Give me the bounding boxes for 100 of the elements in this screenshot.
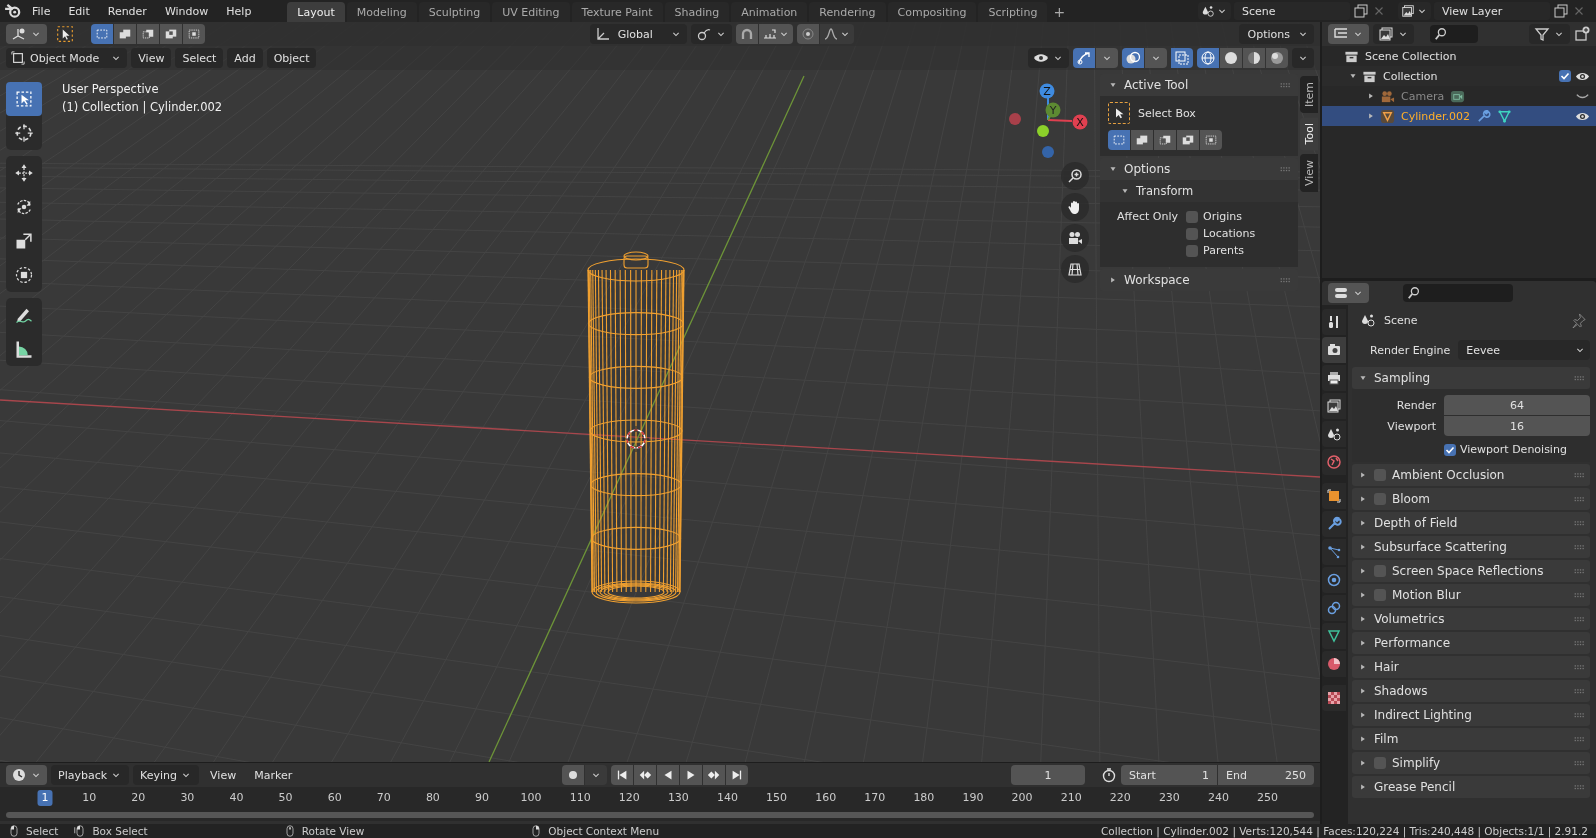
frame-number: 250	[1256, 790, 1280, 806]
frame-number: 50	[277, 790, 294, 806]
add-workspace-button[interactable]: +	[1049, 2, 1070, 22]
panel-header[interactable]: Ambient Occlusion	[1352, 464, 1590, 486]
frame-number: 10	[81, 790, 98, 806]
panel-header[interactable]: Shadows	[1352, 680, 1590, 702]
workspace-tab[interactable]: Rendering	[809, 2, 886, 22]
status-hint: Object Context Menu	[548, 825, 660, 837]
menu-item[interactable]: Help	[218, 1, 260, 21]
menu-item[interactable]: File	[24, 1, 59, 21]
frame-number: 200	[1010, 790, 1034, 806]
menu-dropdown[interactable]: Playback	[51, 765, 130, 785]
status-hint: Box Select	[92, 825, 148, 837]
frame-number: 30	[179, 790, 196, 806]
frame-number: 240	[1207, 790, 1230, 806]
frame-number: 220	[1108, 790, 1132, 806]
field-label: Render Engine	[1370, 343, 1451, 357]
number-field[interactable]: 16	[1444, 416, 1590, 436]
frame-number: 190	[961, 790, 985, 806]
panel-header[interactable]: Volumetrics	[1352, 608, 1590, 630]
menu-item[interactable]: Window	[156, 1, 217, 21]
outliner-item[interactable]: Cylinder.002	[1322, 106, 1596, 126]
workspace-tab[interactable]: Sculpting	[418, 2, 491, 22]
panel-header[interactable]: Options	[1100, 158, 1298, 180]
workspace-tab[interactable]: UV Editing	[492, 2, 570, 22]
view-layer-name-field[interactable]: View Layer	[1434, 2, 1550, 20]
panel-header[interactable]: Sampling	[1352, 367, 1590, 389]
panel-header[interactable]: Grease Pencil	[1352, 776, 1590, 798]
render-engine-dropdown[interactable]: Eevee	[1458, 340, 1590, 360]
workspace-tab[interactable]: Shading	[664, 2, 730, 22]
checkbox-label: Locations	[1203, 227, 1256, 240]
subpanel-header[interactable]: Transform	[1100, 180, 1298, 202]
header-menu[interactable]: Add	[227, 48, 263, 68]
current-frame-marker: 1	[37, 790, 53, 806]
frame-number: 230	[1157, 790, 1181, 806]
field-label: Render	[1395, 398, 1437, 412]
current-frame-field[interactable]: 1	[1011, 765, 1085, 785]
header-menu[interactable]: Marker	[247, 765, 300, 785]
context-path: Scene	[1384, 313, 1419, 327]
workspace-tab[interactable]: Scripting	[978, 2, 1048, 22]
frame-number: 170	[863, 790, 887, 806]
view-context-text: (1) Collection | Cylinder.002	[62, 99, 223, 116]
outliner-item[interactable]: Scene Collection	[1322, 46, 1596, 66]
status-hint: Select	[26, 825, 59, 837]
sidebar-tab[interactable]: Tool	[1300, 117, 1318, 151]
sidebar-tab[interactable]: Item	[1300, 76, 1318, 114]
workspace-tab[interactable]: Modeling	[346, 2, 417, 22]
orientation-dropdown[interactable]: Global	[589, 24, 687, 44]
sidebar-tab[interactable]: View	[1300, 154, 1318, 193]
workspace-tab[interactable]: Layout	[287, 2, 345, 22]
menu-item[interactable]: Render	[99, 1, 155, 21]
panel-header[interactable]: Screen Space Reflections	[1352, 560, 1590, 582]
frame-number: 140	[716, 790, 739, 806]
checkbox-label: Viewport Denoising	[1460, 443, 1567, 456]
workspace-tab[interactable]: Compositing	[887, 2, 977, 22]
checkbox-label: Origins	[1203, 210, 1242, 223]
frame-number: 60	[326, 790, 343, 806]
axis-handle[interactable]: Y	[1045, 102, 1061, 118]
header-menu[interactable]: View	[131, 48, 172, 68]
field-label: Viewport	[1386, 419, 1437, 433]
frame-number: 120	[617, 790, 641, 806]
workspace-tab[interactable]: Texture Paint	[571, 2, 663, 22]
axis-handle[interactable]: Z	[1039, 83, 1055, 99]
frame-number: 210	[1059, 790, 1083, 806]
frame-number: 40	[228, 790, 245, 806]
frame-number: 110	[568, 790, 592, 806]
axis-handle[interactable]: X	[1072, 114, 1088, 130]
panel-header[interactable]: Performance	[1352, 632, 1590, 654]
header-menu[interactable]: Select	[175, 48, 224, 68]
panel-header[interactable]: Hair	[1352, 656, 1590, 678]
panel-header[interactable]: Subsurface Scattering	[1352, 536, 1590, 558]
panel-header[interactable]: Workspace	[1100, 269, 1298, 291]
header-menu[interactable]: Object	[266, 48, 317, 68]
frame-number: 70	[375, 790, 392, 806]
status-hint: Rotate View	[301, 825, 365, 837]
panel-header[interactable]: Film	[1352, 728, 1590, 750]
frame-number: 20	[130, 790, 147, 806]
frame-number: 160	[814, 790, 838, 806]
menu-item[interactable]: Edit	[60, 1, 98, 21]
frame-number: 130	[666, 790, 690, 806]
mode-dropdown[interactable]: Object Mode	[6, 48, 128, 68]
number-field[interactable]: 64	[1444, 395, 1590, 415]
panel-header[interactable]: Depth of Field	[1352, 512, 1590, 534]
panel-header[interactable]: Motion Blur	[1352, 584, 1590, 606]
frame-number: 100	[519, 790, 543, 806]
frame-number: 150	[765, 790, 789, 806]
checkbox-label: Parents	[1203, 244, 1244, 257]
start-frame-field[interactable]: Start 1	[1121, 765, 1217, 785]
frame-number: 90	[474, 790, 490, 806]
tool-name: Select Box	[1138, 106, 1196, 120]
panel-header[interactable]: Simplify	[1352, 752, 1590, 774]
scene-name-field[interactable]: Scene	[1234, 2, 1350, 20]
menu-dropdown[interactable]: Keying	[133, 765, 200, 785]
panel-header[interactable]: Indirect Lighting	[1352, 704, 1590, 726]
frame-number: 180	[912, 790, 936, 806]
panel-header[interactable]: Bloom	[1352, 488, 1590, 510]
header-menu[interactable]: View	[203, 765, 244, 785]
options-dropdown[interactable]: Options	[1238, 24, 1314, 44]
workspace-tab[interactable]: Animation	[731, 2, 808, 22]
end-frame-field[interactable]: End 250	[1218, 765, 1314, 785]
